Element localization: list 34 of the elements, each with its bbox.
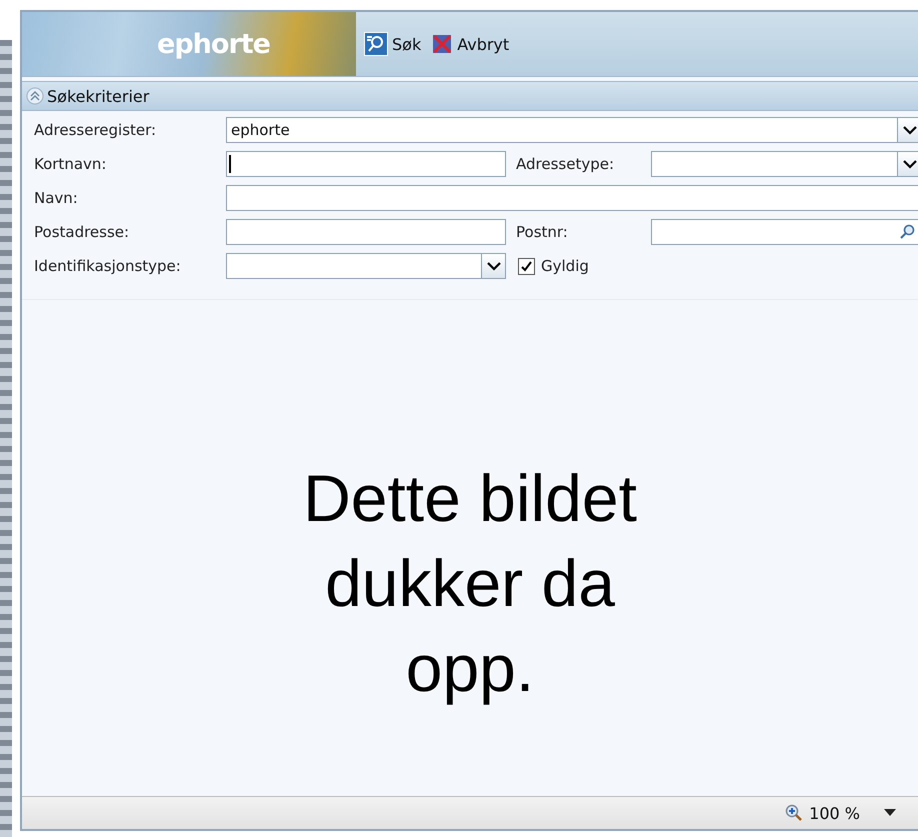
cancel-icon (431, 33, 454, 55)
field-label: Identifikasjonstype: (34, 257, 182, 275)
dropdown-arrow-icon[interactable] (884, 809, 896, 817)
toolbar-button[interactable]: Avbryt (431, 33, 510, 55)
checkbox[interactable] (518, 258, 535, 274)
dropdown-field[interactable]: ephorte (226, 117, 918, 143)
collapse-icon[interactable] (26, 87, 44, 105)
dropdown-button[interactable] (481, 254, 505, 278)
field-label: Postnr: (516, 223, 569, 241)
dropdown-button[interactable] (897, 152, 918, 176)
chevron-down-icon (902, 124, 918, 136)
input-field[interactable] (226, 151, 506, 177)
search-icon[interactable] (899, 223, 917, 241)
overlay-text: Dette bildet dukker da opp. (302, 460, 638, 707)
dropdown-field[interactable] (226, 253, 506, 279)
input-field[interactable] (651, 219, 918, 245)
field-label: Adresseregister: (34, 121, 158, 139)
field-label: Adressetype: (516, 155, 616, 173)
chevron-down-icon (486, 260, 502, 272)
input-field[interactable] (226, 219, 506, 245)
zoom-icon[interactable] (785, 804, 804, 822)
toolbar-button[interactable]: Søk (364, 32, 422, 56)
field-label: Postadresse: (34, 223, 130, 241)
dropdown-button[interactable] (897, 118, 918, 142)
zoom-level: 100 % (809, 804, 860, 822)
chevron-down-icon (902, 158, 918, 170)
search-icon (364, 32, 388, 56)
checkbox-label: Gyldig (541, 257, 589, 275)
field-label: Navn: (34, 189, 79, 207)
field-label: Kortnavn: (34, 155, 108, 173)
dropdown-field[interactable] (651, 151, 918, 177)
section-title: Søkekriterier (47, 86, 150, 106)
input-field[interactable] (226, 185, 918, 211)
field-value: ephorte (230, 121, 291, 139)
